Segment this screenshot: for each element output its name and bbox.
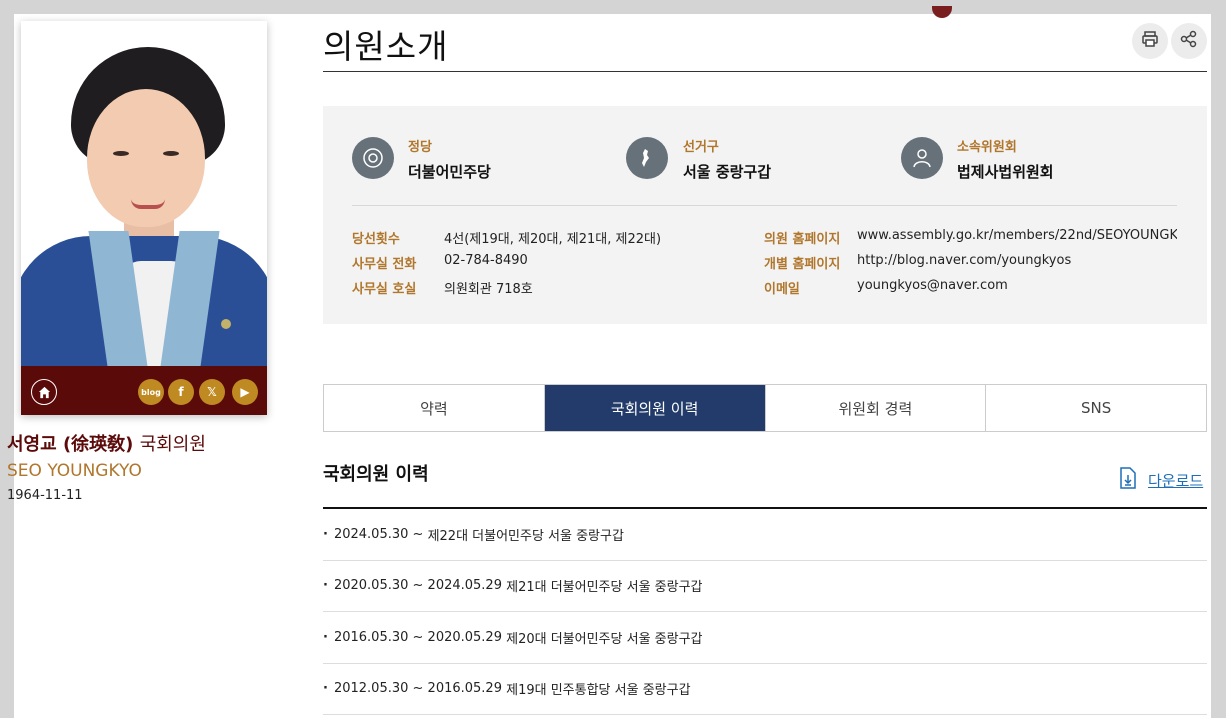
share-icon — [1180, 30, 1198, 52]
tab-profile[interactable]: 약력 — [324, 385, 545, 431]
download-button[interactable]: 다운로드 — [1118, 467, 1203, 493]
history-period: 2012.05.30 ~ 2016.05.29 — [333, 681, 502, 696]
facebook-icon[interactable]: f — [168, 379, 194, 405]
history-desc: 제21대 더불어민주당 서울 중랑구갑 — [506, 580, 703, 595]
terms-value: 4선(제19대, 제20대, 제21대, 제22대) — [444, 232, 662, 247]
history-row: · 2016.05.30 ~ 2020.05.29 제20대 더불어민주당 서울 … — [323, 612, 1207, 664]
printer-icon — [1141, 30, 1159, 52]
tab-assembly-history[interactable]: 국회의원 이력 — [544, 385, 766, 431]
party-value: 더불어민주당 — [408, 163, 491, 181]
terms-label: 당선횟수 — [352, 232, 400, 247]
share-button[interactable] — [1171, 23, 1207, 59]
social-bar: blog f 𝕏 ▶ — [21, 366, 267, 415]
member-info-box: 정당 더불어민주당 선거구 서울 중랑구갑 소속위원회 법제사법위원회 당선횟수… — [323, 106, 1207, 324]
history-row: · 2024.05.30 ~ 제22대 더불어민주당 서울 중랑구갑 — [323, 509, 1207, 561]
party-label: 정당 — [408, 140, 432, 155]
tab-bar: 약력 국회의원 이력 위원회 경력 SNS — [323, 384, 1207, 432]
info-divider — [352, 205, 1177, 206]
download-label: 다운로드 — [1148, 471, 1204, 490]
member-name: 서영교 (徐瑛敎) 국회의원 — [7, 434, 206, 455]
section-title: 국회의원 이력 — [323, 464, 429, 485]
youtube-icon[interactable]: ▶ — [232, 379, 258, 405]
person-icon — [901, 137, 943, 179]
member-name-en: SEO YOUNGKYO — [7, 461, 142, 481]
tab-committee-career[interactable]: 위원회 경력 — [765, 385, 987, 431]
history-desc: 제19대 민주통합당 서울 중랑구갑 — [506, 683, 691, 698]
profile-card: blog f 𝕏 ▶ — [21, 21, 267, 415]
top-emblem — [932, 6, 952, 18]
page-title: 의원소개 — [323, 27, 449, 66]
homepage-link[interactable]: www.assembly.go.kr/members/22nd/SEOYOUNG… — [857, 228, 1177, 243]
member-photo — [21, 21, 267, 366]
personal-homepage-label: 개별 홈페이지 — [764, 257, 841, 272]
title-divider — [323, 71, 1207, 72]
district-value: 서울 중랑구갑 — [683, 163, 772, 181]
tab-sns[interactable]: SNS — [986, 385, 1206, 431]
history-period: 2016.05.30 ~ 2020.05.29 — [333, 630, 502, 645]
email-label: 이메일 — [764, 282, 800, 297]
party-emblem-icon — [352, 137, 394, 179]
history-desc: 제20대 더불어민주당 서울 중랑구갑 — [506, 632, 703, 647]
office-room-label: 사무실 호실 — [352, 282, 417, 297]
history-period: 2020.05.30 ~ 2024.05.29 — [333, 578, 502, 593]
committee-value: 법제사법위원회 — [957, 163, 1054, 181]
office-phone-value: 02-784-8490 — [444, 253, 528, 268]
lapel-pin — [221, 319, 231, 329]
download-file-icon — [1118, 467, 1138, 493]
personal-homepage-link[interactable]: http://blog.naver.com/youngkyos — [857, 253, 1071, 268]
homepage-label: 의원 홈페이지 — [764, 232, 841, 247]
office-room-value: 의원회관 718호 — [444, 282, 533, 297]
history-row: · 2012.05.30 ~ 2016.05.29 제19대 민주통합당 서울 중… — [323, 663, 1207, 715]
email-link[interactable]: youngkyos@naver.com — [857, 278, 1008, 293]
member-birth: 1964-11-11 — [7, 488, 83, 503]
map-icon — [626, 137, 668, 179]
print-button[interactable] — [1132, 23, 1168, 59]
x-icon[interactable]: 𝕏 — [199, 379, 225, 405]
history-row: · 2020.05.30 ~ 2024.05.29 제21대 더불어민주당 서울 … — [323, 560, 1207, 612]
office-phone-label: 사무실 전화 — [352, 257, 417, 272]
home-icon[interactable] — [31, 379, 57, 405]
history-period: 2024.05.30 ~ — [333, 527, 424, 542]
committee-label: 소속위원회 — [957, 140, 1017, 155]
district-label: 선거구 — [683, 140, 719, 155]
blog-icon[interactable]: blog — [138, 379, 164, 405]
history-desc: 제22대 더불어민주당 서울 중랑구갑 — [427, 529, 624, 544]
